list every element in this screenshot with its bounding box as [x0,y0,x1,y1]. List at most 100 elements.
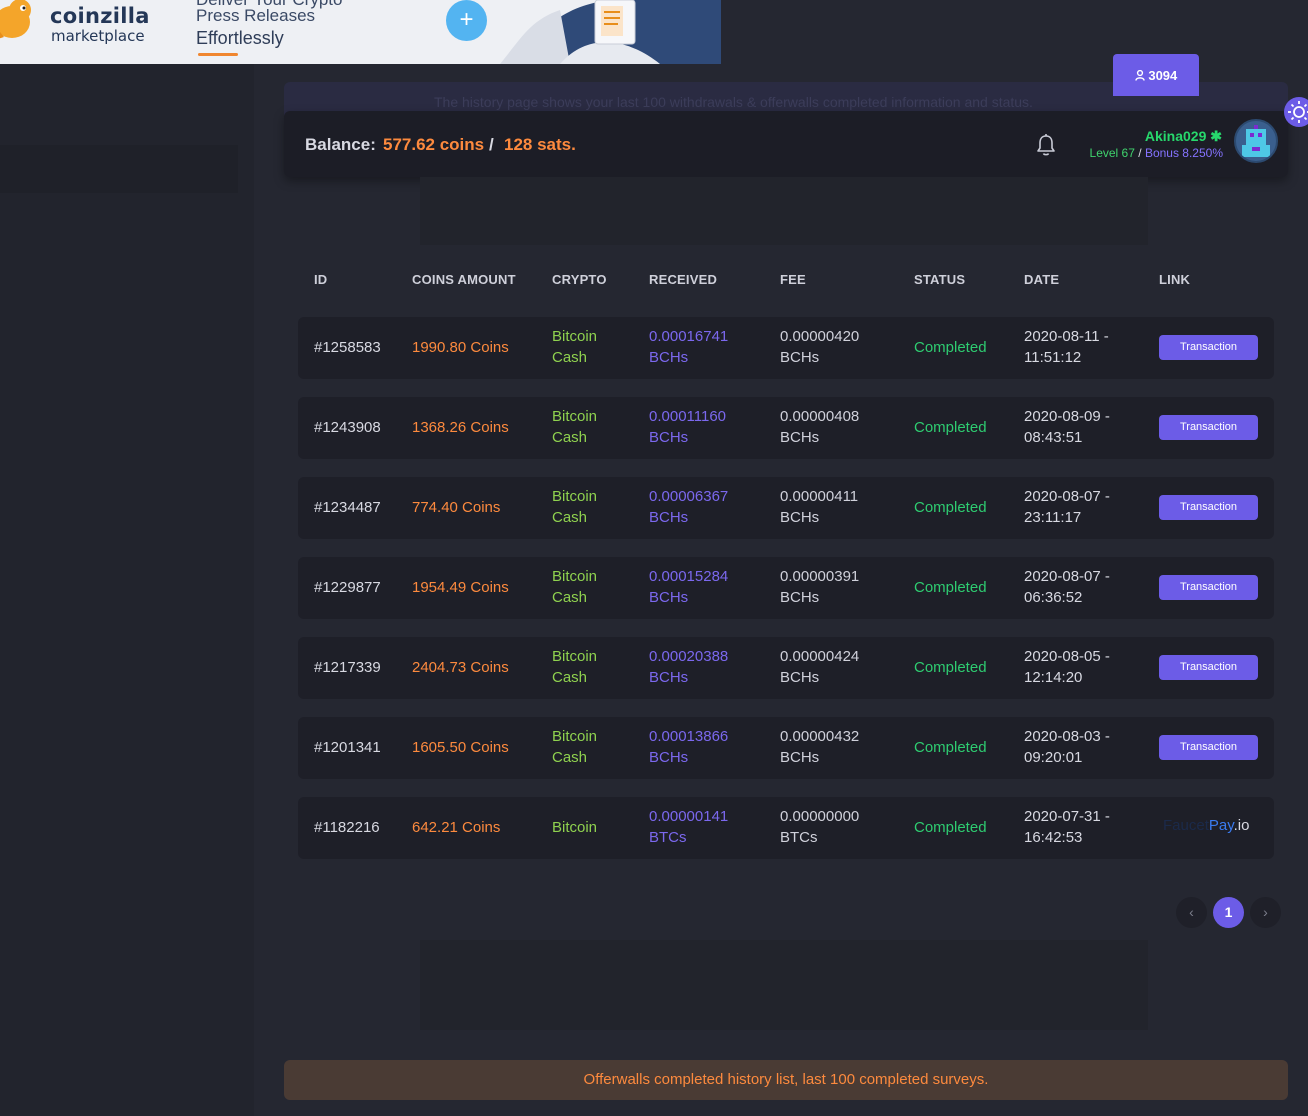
row-coins: 1990.80 Coins [412,339,509,356]
row-fee: 0.00000391 BCHs [780,568,860,606]
transaction-button[interactable]: Transaction [1159,655,1258,680]
row-status: Completed [914,499,987,516]
ad-placeholder-top [420,177,1148,245]
row-fee: 0.00000424 BCHs [780,648,860,686]
row-received: 0.00020388 BCHs [649,648,729,686]
row-id: #1234487 [314,499,381,516]
table-row: #1243908 1368.26 Coins Bitcoin Cash 0.000… [298,397,1274,459]
transaction-button[interactable]: Transaction [1159,575,1258,600]
online-users-tab[interactable]: 3094 [1113,54,1199,96]
col-fee: FEE [780,272,806,287]
sidebar-active-item[interactable] [0,145,238,193]
row-status: Completed [914,339,987,356]
sidebar [0,64,254,1116]
bonus-text: Bonus 8.250% [1144,146,1223,160]
row-fee: 0.00000000 BTCs [780,808,860,846]
row-status: Completed [914,659,987,676]
ad-headline-2: Press Releases [196,6,316,25]
theme-toggle-button[interactable] [1284,97,1308,127]
transaction-button[interactable]: Transaction [1159,735,1258,760]
col-date: DATE [1024,272,1060,287]
pagination-next-button[interactable]: › [1250,897,1281,928]
row-crypto: Bitcoin Cash [552,728,598,766]
row-date: 2020-08-03 -09:20:01 [1024,728,1110,766]
row-crypto: Bitcoin Cash [552,408,598,446]
faucetpay-link[interactable]: FaucetPay.io [1163,817,1249,834]
balance-label: Balance: [305,135,376,154]
pagination-prev-button[interactable]: ‹ [1176,897,1207,928]
dinosaur-mascot-icon [0,0,31,39]
row-crypto: Bitcoin Cash [552,328,598,366]
user-icon [1135,69,1145,81]
row-coins: 1605.50 Coins [412,739,509,756]
level-text: Level 67 [1089,146,1135,160]
col-link: LINK [1159,272,1191,287]
table-header: ID COINS AMOUNT CRYPTO RECEIVED FEE STAT… [298,272,1274,290]
badge-icon: ✱ [1210,128,1222,144]
row-coins: 642.21 Coins [412,819,501,836]
row-status: Completed [914,819,987,836]
balance-sats: 128 sats. [504,135,576,154]
row-id: #1229877 [314,579,381,596]
transaction-button[interactable]: Transaction [1159,415,1258,440]
ad-banner[interactable]: coinzilla marketplace Deliver Your Crypt… [0,0,721,64]
row-crypto: Bitcoin [552,819,598,836]
table-row: #1182216 642.21 Coins Bitcoin 0.00000141… [298,797,1274,859]
row-id: #1217339 [314,659,381,676]
row-coins: 2404.73 Coins [412,659,509,676]
pagination-page-1[interactable]: 1 [1213,897,1244,928]
row-date: 2020-08-07 -06:36:52 [1024,568,1110,606]
row-status: Completed [914,739,987,756]
offerwalls-history-alert: Offerwalls completed history list, last … [284,1060,1288,1100]
row-crypto: Bitcoin Cash [552,488,598,526]
row-date: 2020-08-11 -11:51:12 [1024,328,1109,366]
row-crypto: Bitcoin Cash [552,648,598,686]
row-coins: 1368.26 Coins [412,419,509,436]
row-status: Completed [914,419,987,436]
robot-avatar-icon [1242,125,1270,157]
avatar[interactable] [1234,119,1278,163]
row-date: 2020-08-07 -23:11:17 [1024,488,1110,526]
ad-plus-button[interactable]: + [446,0,487,41]
username[interactable]: Akina029 ✱ [1145,128,1222,145]
table-row: #1234487 774.40 Coins Bitcoin Cash 0.0000… [298,477,1274,539]
row-status: Completed [914,579,987,596]
row-date: 2020-08-09 -08:43:51 [1024,408,1110,446]
ad-headline-3: Effortlessly [196,28,284,48]
row-id: #1182216 [314,819,380,836]
level-separator: / [1138,146,1142,160]
row-id: #1243908 [314,419,381,436]
ad-underline [198,53,238,56]
row-received: 0.00016741 BCHs [649,328,729,366]
row-received: 0.00013866 BCHs [649,728,729,766]
row-fee: 0.00000420 BCHs [780,328,860,366]
balance-coins: 577.62 coins [383,135,485,154]
row-date: 2020-07-31 -16:42:53 [1024,808,1110,846]
ad-placeholder-bottom [420,940,1148,1030]
transaction-button[interactable]: Transaction [1159,495,1258,520]
row-received: 0.00000141 BTCs [649,808,729,846]
online-users-count: 3094 [1148,68,1178,83]
table-row: #1217339 2404.73 Coins Bitcoin Cash 0.000… [298,637,1274,699]
col-coins-amount: COINS AMOUNT [412,272,516,287]
row-coins: 1954.49 Coins [412,579,509,596]
row-date: 2020-08-05 -12:14:20 [1024,648,1110,686]
row-received: 0.00015284 BCHs [649,568,729,606]
transaction-button[interactable]: Transaction [1159,335,1258,360]
col-received: RECEIVED [649,272,718,287]
col-crypto: CRYPTO [552,272,607,287]
info-notice-text: The history page shows your last 100 wit… [434,94,1033,110]
bell-icon[interactable] [1035,133,1057,157]
ad-brand-sub: marketplace [51,27,145,45]
row-crypto: Bitcoin Cash [552,568,598,606]
row-received: 0.00011160 BCHs [649,408,727,446]
row-fee: 0.00000408 BCHs [780,408,860,446]
ad-brand: coinzilla [50,4,150,28]
row-coins: 774.40 Coins [412,499,501,516]
table-row: #1258583 1990.80 Coins Bitcoin Cash 0.000… [298,317,1274,379]
row-received: 0.00006367 BCHs [649,488,729,526]
user-level: Level 67 / Bonus 8.250% [1090,146,1223,160]
row-fee: 0.00000432 BCHs [780,728,860,766]
row-id: #1201341 [314,739,381,756]
sun-icon [1288,101,1308,123]
